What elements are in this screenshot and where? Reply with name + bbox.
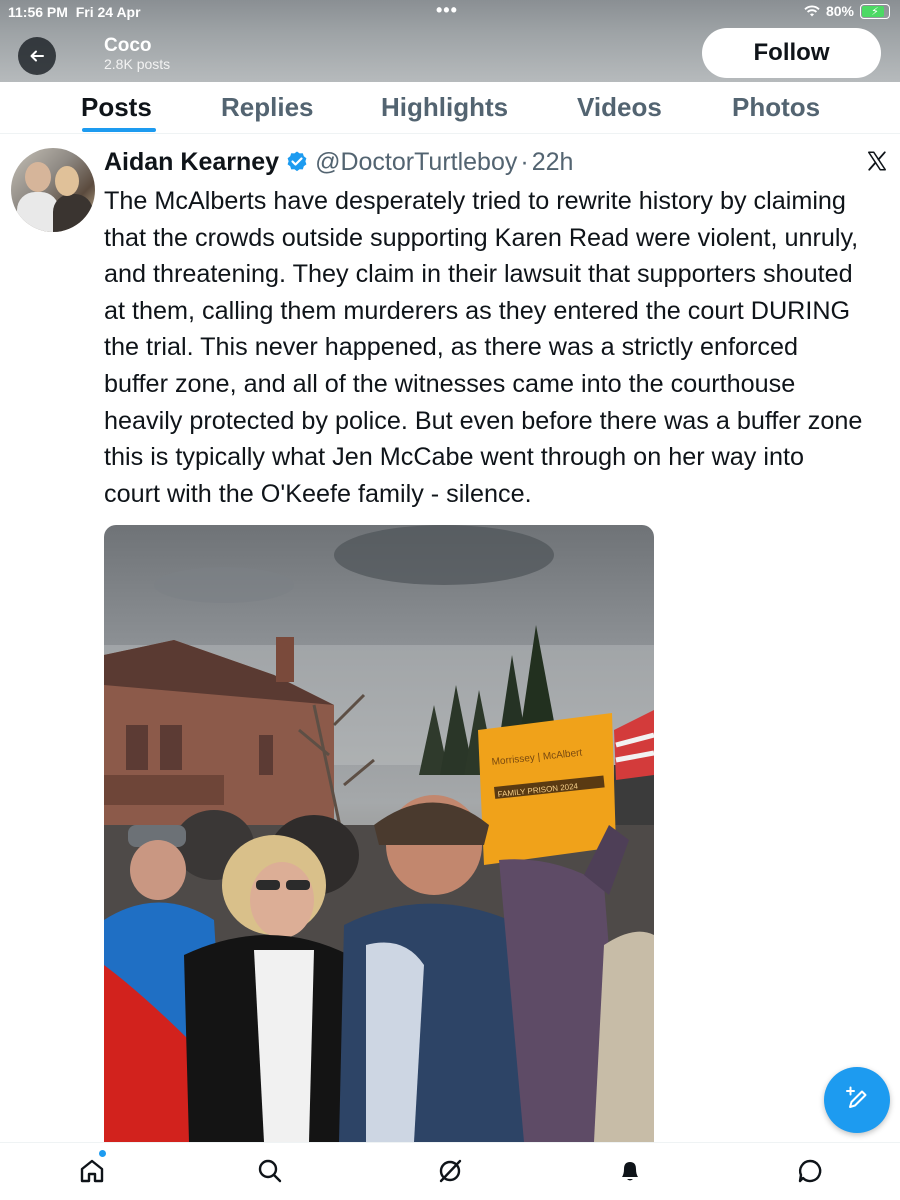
status-time: 11:56 PM Fri 24 Apr (8, 4, 141, 20)
compose-icon (846, 1086, 867, 1108)
tab-videos[interactable]: Videos (577, 92, 662, 123)
author-name[interactable]: Aidan Kearney (104, 148, 279, 177)
video-frame: Morrissey | McAlbert FAMILY PRISON 2024 (104, 525, 654, 1142)
tab-highlights[interactable]: Highlights (381, 92, 508, 123)
author-handle[interactable]: @DoctorTurtleboy (315, 148, 517, 177)
status-time-value: 11:56 PM (8, 4, 68, 20)
status-right: 80% ⚡ (804, 3, 890, 19)
follow-button[interactable]: Follow (702, 28, 881, 78)
profile-name: Coco (104, 35, 152, 56)
grok-icon[interactable] (436, 1157, 464, 1185)
active-tab-indicator (82, 128, 156, 132)
bottom-navigation (0, 1142, 900, 1200)
profile-tabs: Posts Replies Highlights Videos Photos (0, 82, 900, 134)
tab-posts[interactable]: Posts (81, 92, 152, 123)
tab-replies[interactable]: Replies (221, 92, 314, 123)
back-arrow-icon (30, 50, 44, 62)
charging-bolt-icon: ⚡ (871, 5, 879, 18)
notifications-icon[interactable] (616, 1157, 644, 1185)
battery-percent: 80% (825, 3, 854, 19)
wifi-icon (804, 5, 820, 17)
messages-icon[interactable] (796, 1157, 824, 1185)
status-bar: 11:56 PM Fri 24 Apr ••• 80% ⚡ (0, 0, 900, 24)
status-date: Fri 24 Apr (75, 4, 141, 20)
tweet-author-row: Aidan Kearney @DoctorTurtleboy · 22h (104, 146, 573, 178)
tweet-text: The McAlberts have desperately tried to … (104, 187, 863, 508)
home-notification-dot (99, 1150, 106, 1157)
x-logo-icon[interactable] (866, 150, 888, 172)
battery-icon: ⚡ (860, 3, 890, 19)
back-button[interactable] (18, 37, 56, 75)
compose-post-button[interactable] (824, 1067, 890, 1133)
tweet-media[interactable]: Morrissey | McAlbert FAMILY PRISON 2024 (104, 525, 654, 1142)
profile-post-count: 2.8K posts (104, 56, 171, 72)
separator-dot: · (520, 147, 529, 176)
multitasking-dots[interactable]: ••• (436, 0, 458, 21)
avatar-face (55, 166, 79, 196)
search-icon[interactable] (256, 1157, 284, 1185)
avatar-figure (53, 194, 93, 232)
verified-badge-icon (287, 151, 307, 172)
tweet-timestamp[interactable]: 22h (532, 148, 574, 177)
tab-photos[interactable]: Photos (732, 92, 820, 123)
author-avatar[interactable] (11, 148, 95, 232)
avatar-face (25, 162, 51, 192)
home-icon[interactable] (78, 1157, 106, 1185)
